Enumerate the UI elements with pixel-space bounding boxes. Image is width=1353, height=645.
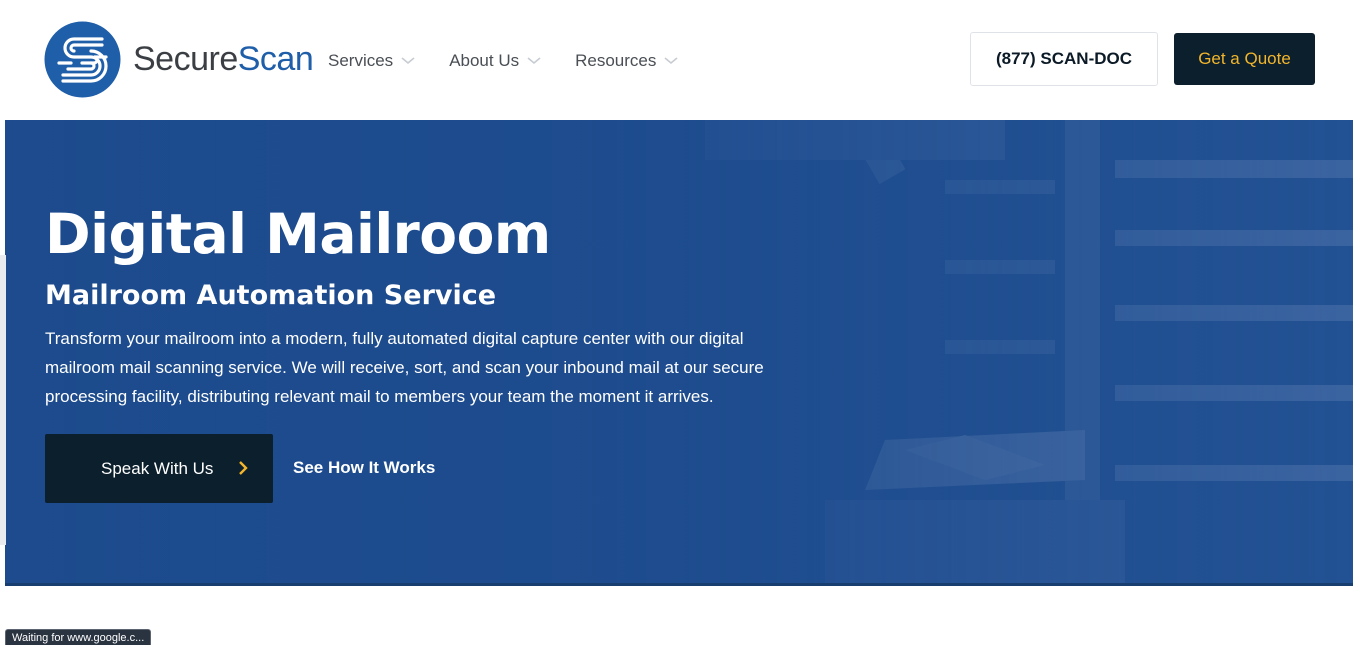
securescan-s-logo-icon — [44, 21, 121, 97]
chevron-down-icon — [527, 57, 541, 65]
nav-item-resources[interactable]: Resources — [575, 50, 678, 72]
hero-title: Digital Mailroom — [45, 202, 551, 266]
brand-name-part2: Scan — [237, 40, 314, 78]
nav-item-about-us[interactable]: About Us — [449, 50, 541, 72]
chevron-down-icon — [401, 57, 415, 65]
speak-with-us-label: Speak With Us — [101, 458, 214, 478]
hero-subtitle: Mailroom Automation Service — [45, 280, 497, 311]
nav-item-label: Resources — [575, 51, 657, 70]
hero-description: Transform your mailroom into a modern, f… — [45, 329, 764, 406]
hero-section: Digital Mailroom Mailroom Automation Ser… — [5, 120, 1353, 586]
brand-name-part1: Secure — [133, 40, 238, 78]
see-how-it-works-link[interactable]: See How It Works — [293, 458, 435, 478]
nav-item-label: Services — [328, 51, 394, 70]
side-scroll-tab — [0, 255, 6, 545]
speak-with-us-button[interactable]: Speak With Us — [45, 434, 273, 503]
chevron-right-icon — [239, 461, 248, 475]
main-nav: Services About Us Resources — [328, 50, 712, 72]
brand-wordmark: SecureScan — [133, 40, 314, 78]
nav-item-services[interactable]: Services — [328, 50, 415, 72]
brand-logo[interactable]: SecureScan — [44, 21, 314, 97]
browser-status-bar: Waiting for www.google.c... — [5, 629, 152, 645]
chevron-down-icon — [664, 57, 678, 65]
site-header: SecureScan Services About Us Resources (… — [0, 0, 1353, 120]
phone-button[interactable]: (877) SCAN-DOC — [970, 32, 1158, 86]
nav-item-label: About Us — [449, 51, 520, 70]
get-quote-button[interactable]: Get a Quote — [1174, 33, 1315, 85]
